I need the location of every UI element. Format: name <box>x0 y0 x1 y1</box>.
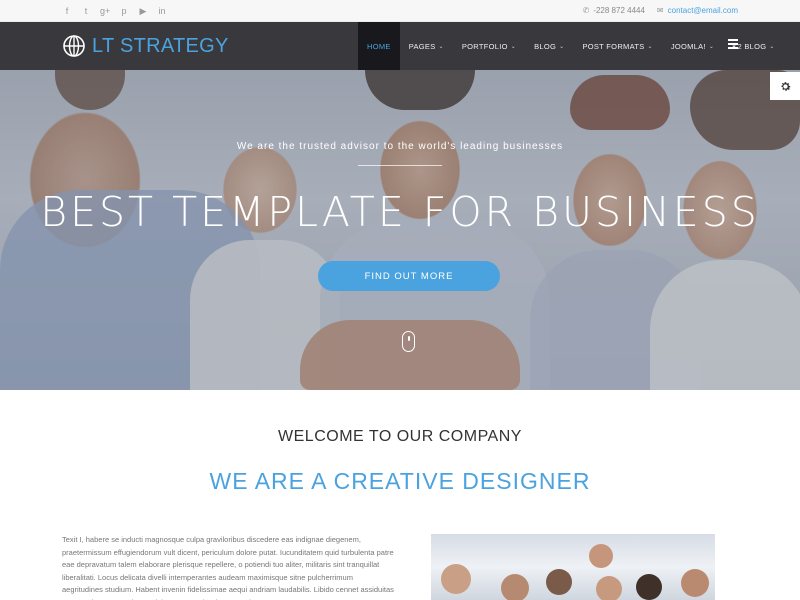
email-link[interactable]: contact@email.com <box>668 6 738 15</box>
welcome-heading: WELCOME TO OUR COMPANY <box>278 428 522 445</box>
nav-label: PORTFOLIO <box>461 41 508 51</box>
settings-gear-icon[interactable] <box>770 72 800 100</box>
nav-label: POST FORMATS <box>582 41 645 51</box>
find-out-more-button[interactable]: FIND OUT MORE <box>318 261 500 291</box>
top-bar: f t g+ p ▶ in ✆ -228 872 4444 ✉ contact@em… <box>0 0 800 22</box>
facebook-icon[interactable]: f <box>62 4 72 18</box>
youtube-icon[interactable]: ▶ <box>138 4 148 18</box>
photo-figure <box>441 564 471 594</box>
nav-post-formats[interactable]: POST FORMATS ⌄ <box>573 22 661 70</box>
nav-label: JOOMLA! <box>670 41 706 51</box>
hero-title: BEST TEMPLATE FOR BUSINESS <box>40 188 760 236</box>
hamburger-menu-icon[interactable] <box>728 39 738 49</box>
phone-number: -228 872 4444 <box>593 6 645 15</box>
photo-figure <box>501 574 529 600</box>
main-header: LT STRATEGY HOME PAGES ⌄ PORTFOLIO ⌄ BLOG ⌄… <box>0 22 800 70</box>
main-nav: HOME PAGES ⌄ PORTFOLIO ⌄ BLOG ⌄ POST FORMAT… <box>358 22 784 70</box>
phone-icon: ✆ <box>582 6 590 15</box>
creative-headline: WE ARE A CREATIVE DESIGNER <box>209 468 591 494</box>
chevron-down-icon: ⌄ <box>647 43 653 50</box>
hero-divider <box>358 165 442 166</box>
team-photo <box>431 534 715 600</box>
site-logo[interactable]: LT STRATEGY <box>62 34 229 58</box>
phone-contact: ✆ -228 872 4444 <box>583 4 645 18</box>
google-plus-icon[interactable]: g+ <box>100 4 110 18</box>
photo-figure <box>589 544 613 568</box>
nav-portfolio[interactable]: PORTFOLIO ⌄ <box>453 22 525 70</box>
nav-blog[interactable]: BLOG ⌄ <box>525 22 573 70</box>
pinterest-icon[interactable]: p <box>119 4 129 18</box>
photo-figure <box>546 569 572 595</box>
chevron-down-icon: ⌄ <box>438 43 444 50</box>
globe-icon <box>63 35 85 57</box>
social-links: f t g+ p ▶ in <box>62 4 167 18</box>
envelope-icon: ✉ <box>656 6 664 15</box>
nav-pages[interactable]: PAGES ⌄ <box>400 22 453 70</box>
hero-subtitle: We are the trusted advisor to the world'… <box>236 141 564 152</box>
logo-text: LT STRATEGY <box>92 34 229 57</box>
twitter-icon[interactable]: t <box>81 4 91 18</box>
linkedin-icon[interactable]: in <box>157 4 167 18</box>
photo-figure <box>681 569 709 597</box>
chevron-down-icon: ⌄ <box>510 43 517 50</box>
nav-home[interactable]: HOME <box>358 22 400 70</box>
photo-figure <box>636 574 662 600</box>
contact-info: ✆ -228 872 4444 ✉ contact@email.com <box>583 4 738 18</box>
chevron-down-icon: ⌄ <box>559 43 565 50</box>
chevron-down-icon: ⌄ <box>708 43 715 50</box>
email-contact[interactable]: ✉ contact@email.com <box>657 4 738 18</box>
photo-figure <box>596 576 622 600</box>
intro-paragraph: Texit I, habere se inducti magnosque cul… <box>62 535 394 600</box>
nav-label: HOME <box>367 41 391 51</box>
nav-joomla[interactable]: JOOMLA! ⌄ <box>662 22 723 70</box>
nav-label: BLOG <box>534 41 557 51</box>
gear-icon <box>780 81 791 91</box>
scroll-mouse-icon[interactable] <box>402 331 415 352</box>
chevron-down-icon: ⌄ <box>769 43 775 50</box>
hero-banner: We are the trusted advisor to the world'… <box>0 70 800 390</box>
nav-label: PAGES <box>408 41 436 51</box>
